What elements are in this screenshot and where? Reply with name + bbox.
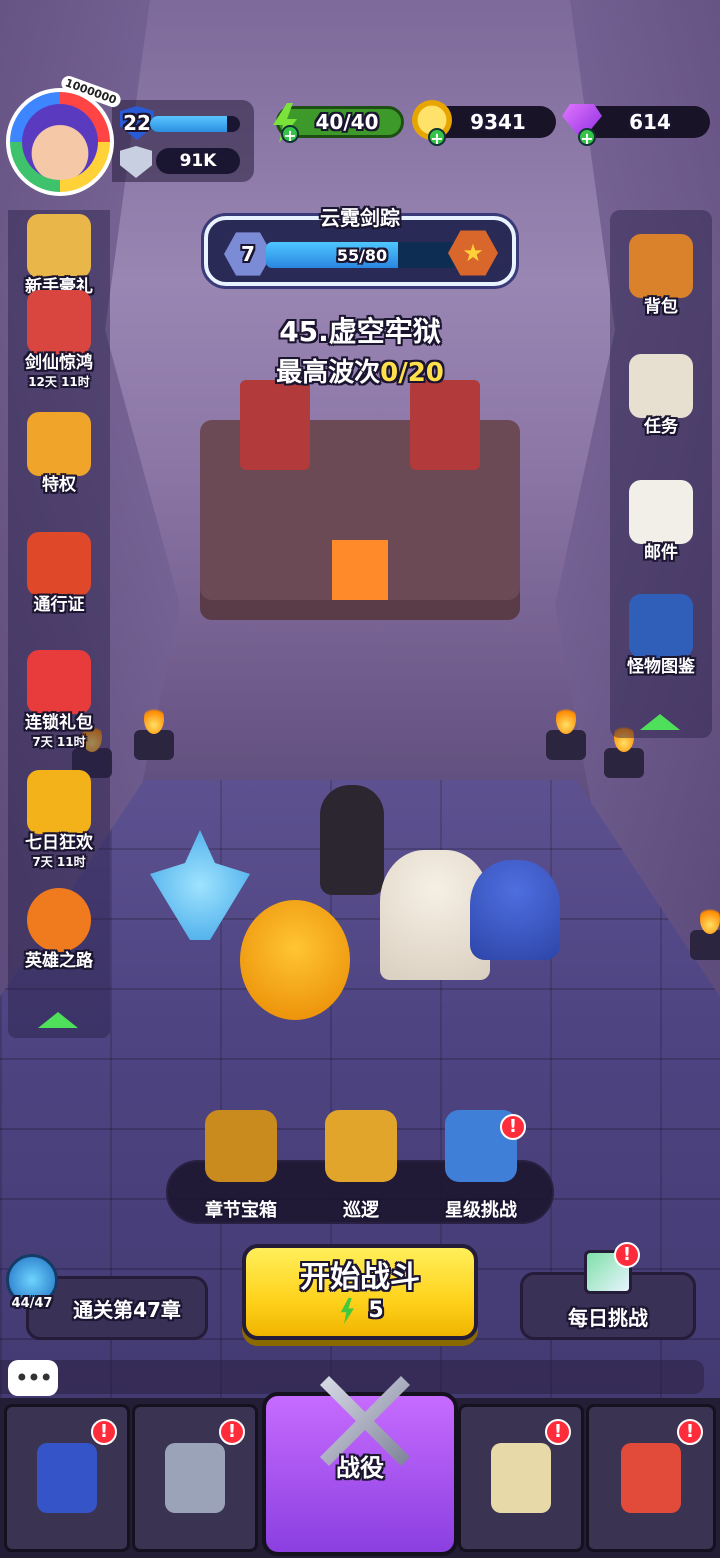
- gold-resource[interactable]: + 9341: [412, 100, 556, 147]
- castle-fortress: [200, 380, 520, 620]
- left-menu-item[interactable]: 英雄之路: [8, 888, 110, 971]
- action-button[interactable]: 星级挑战!: [426, 1110, 536, 1222]
- right-menu-label: 背包: [644, 297, 678, 317]
- action-button[interactable]: 巡逻: [306, 1110, 416, 1222]
- add-gold-icon[interactable]: +: [428, 128, 446, 147]
- right-menu-item[interactable]: 怪物图鉴: [610, 594, 712, 677]
- castle-icon: [491, 1443, 551, 1513]
- torch: [604, 722, 644, 778]
- privilege-cards-icon: [27, 412, 91, 476]
- chat-strip[interactable]: [0, 1360, 704, 1394]
- best-wave-value: 0/20: [380, 358, 444, 388]
- task-clipboard-icon: [629, 354, 693, 418]
- left-menu-label: 英雄之路: [25, 951, 93, 971]
- right-menu-label: 任务: [644, 417, 678, 437]
- castle-gate: [332, 540, 388, 600]
- nav-tab-label: 战役: [336, 1454, 384, 1482]
- right-menu-label: 怪物图鉴: [627, 657, 695, 677]
- power-value: 91K: [156, 148, 240, 174]
- castle-tower-left: [240, 380, 310, 470]
- action-label: 巡逻: [343, 1200, 379, 1221]
- start-battle-button[interactable]: 开始战斗 5: [242, 1244, 478, 1340]
- nav-tab[interactable]: !: [4, 1404, 130, 1552]
- best-wave-label: 最高波次: [276, 358, 381, 388]
- chain-gift-icon: [27, 650, 91, 714]
- patrol-chest-icon: [325, 1110, 397, 1182]
- daily-alert-badge: !: [614, 1242, 640, 1268]
- nav-tab[interactable]: !: [586, 1404, 716, 1552]
- left-menu-item[interactable]: 新手豪礼: [8, 214, 110, 297]
- knight-helmet-icon: [165, 1443, 225, 1513]
- collapse-right-menu-icon[interactable]: [640, 714, 680, 730]
- xp-bar-fill: [150, 116, 227, 132]
- left-menu-label: 七日狂欢: [25, 833, 93, 853]
- right-menu-item[interactable]: 任务: [610, 354, 712, 437]
- player-avatar[interactable]: 1000000: [6, 73, 123, 196]
- torch: [546, 704, 586, 760]
- right-menu-label: 邮件: [644, 543, 678, 563]
- clear-count: 44/47: [11, 1296, 53, 1311]
- torch: [134, 704, 174, 760]
- chapter-level-badge: 7: [224, 232, 272, 276]
- hero-blue-mage: [470, 860, 560, 960]
- mail-icon: [629, 480, 693, 544]
- nav-tab[interactable]: !: [132, 1404, 258, 1552]
- chat-bubble-icon[interactable]: •••: [8, 1360, 58, 1396]
- nav-alert-badge: !: [91, 1419, 117, 1445]
- action-button[interactable]: 章节宝箱: [186, 1110, 296, 1222]
- left-menu-label: 通行证: [33, 595, 85, 615]
- right-menu-item[interactable]: 背包: [610, 234, 712, 317]
- avatar-face: [22, 104, 98, 180]
- left-menu-item[interactable]: 连锁礼包 7天 11时: [8, 650, 110, 750]
- left-menu-timer: 7天 11时: [32, 735, 86, 749]
- chapter-reward-star-icon[interactable]: ★: [448, 230, 498, 276]
- nav-tab-campaign[interactable]: 战役: [262, 1376, 458, 1556]
- cards-icon: [37, 1443, 97, 1513]
- left-menu-timer: 12天 11时: [28, 375, 90, 389]
- left-menu-item[interactable]: 七日狂欢 7天 11时: [8, 770, 110, 870]
- nav-alert-badge: !: [677, 1419, 703, 1445]
- start-battle-label: 开始战斗: [300, 1260, 420, 1295]
- left-menu-label: 连锁礼包: [25, 713, 93, 733]
- action-label: 星级挑战: [445, 1200, 517, 1221]
- torch: [690, 904, 720, 960]
- add-energy-icon[interactable]: +: [281, 125, 299, 144]
- chapter-progress-track: 55/80: [266, 242, 458, 268]
- start-battle-cost: 5: [246, 1298, 474, 1324]
- shop-icon: [621, 1443, 681, 1513]
- chapter-chest-icon: [205, 1110, 277, 1182]
- start-battle-cost-value: 5: [368, 1298, 384, 1323]
- action-label: 章节宝箱: [205, 1200, 277, 1221]
- backpack-icon: [629, 234, 693, 298]
- right-menu-item[interactable]: 邮件: [610, 480, 712, 563]
- heroes-banner-icon: [27, 290, 91, 354]
- hero-road-icon: [27, 888, 91, 952]
- gift-icon: [27, 214, 91, 278]
- left-menu-label: 剑仙惊鸿: [25, 353, 93, 373]
- left-menu-item[interactable]: 通行证: [8, 532, 110, 615]
- left-menu-item[interactable]: 特权: [8, 412, 110, 495]
- left-menu-timer: 7天 11时: [32, 855, 86, 869]
- castle-tower-right: [410, 380, 480, 470]
- nav-alert-badge: !: [219, 1419, 245, 1445]
- monster-book-icon: [629, 594, 693, 658]
- energy-bolt-icon: [340, 1298, 354, 1324]
- action-alert-badge: !: [500, 1114, 526, 1140]
- seven-day-icon: [27, 770, 91, 834]
- daily-challenge-label: 每日挑战: [568, 1306, 648, 1330]
- pass-chest-icon: [27, 532, 91, 596]
- left-menu-item[interactable]: 剑仙惊鸿 12天 11时: [8, 290, 110, 390]
- gem-resource[interactable]: + 614: [562, 104, 710, 147]
- nav-tab[interactable]: !: [458, 1404, 584, 1552]
- xp-bar: [150, 116, 240, 132]
- collapse-left-menu-icon[interactable]: [38, 1012, 78, 1028]
- chapter-progress-text: 55/80: [336, 245, 388, 265]
- left-menu-label: 特权: [42, 475, 76, 495]
- add-gem-icon[interactable]: +: [578, 128, 596, 147]
- nav-alert-badge: !: [545, 1419, 571, 1445]
- hero-fire-bull: [240, 900, 350, 1020]
- hero-dark-swordswoman: [320, 785, 384, 895]
- energy-resource[interactable]: + 40/40: [273, 103, 404, 144]
